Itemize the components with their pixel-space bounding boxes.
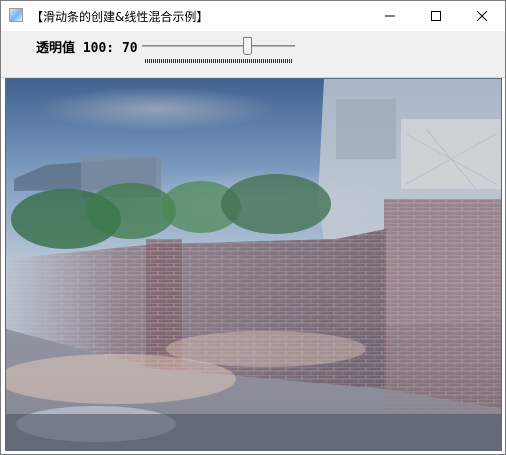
blended-image bbox=[5, 78, 502, 451]
window-title: 【滑动条的创建&线性混合示例】 bbox=[31, 10, 209, 24]
maximize-icon bbox=[431, 11, 441, 21]
trackbar-track[interactable] bbox=[142, 45, 295, 47]
trackbar-label: 透明值 100: 70 bbox=[36, 41, 138, 56]
maximize-button[interactable] bbox=[413, 1, 459, 31]
trackbar-thumb[interactable] bbox=[242, 37, 252, 55]
app-window: 【滑动条的创建&线性混合示例】 透明值 100: 70 bbox=[0, 0, 506, 455]
minimize-button[interactable] bbox=[367, 1, 413, 31]
minimize-icon bbox=[385, 15, 395, 17]
close-button[interactable] bbox=[459, 1, 505, 31]
trackbar-ticks bbox=[145, 59, 293, 63]
title-bar[interactable]: 【滑动条的创建&线性混合示例】 bbox=[1, 1, 505, 31]
trackbar-panel: 透明值 100: 70 bbox=[1, 31, 505, 78]
blended-image-canvas bbox=[6, 79, 501, 450]
close-icon bbox=[476, 10, 488, 22]
app-icon bbox=[9, 8, 23, 22]
